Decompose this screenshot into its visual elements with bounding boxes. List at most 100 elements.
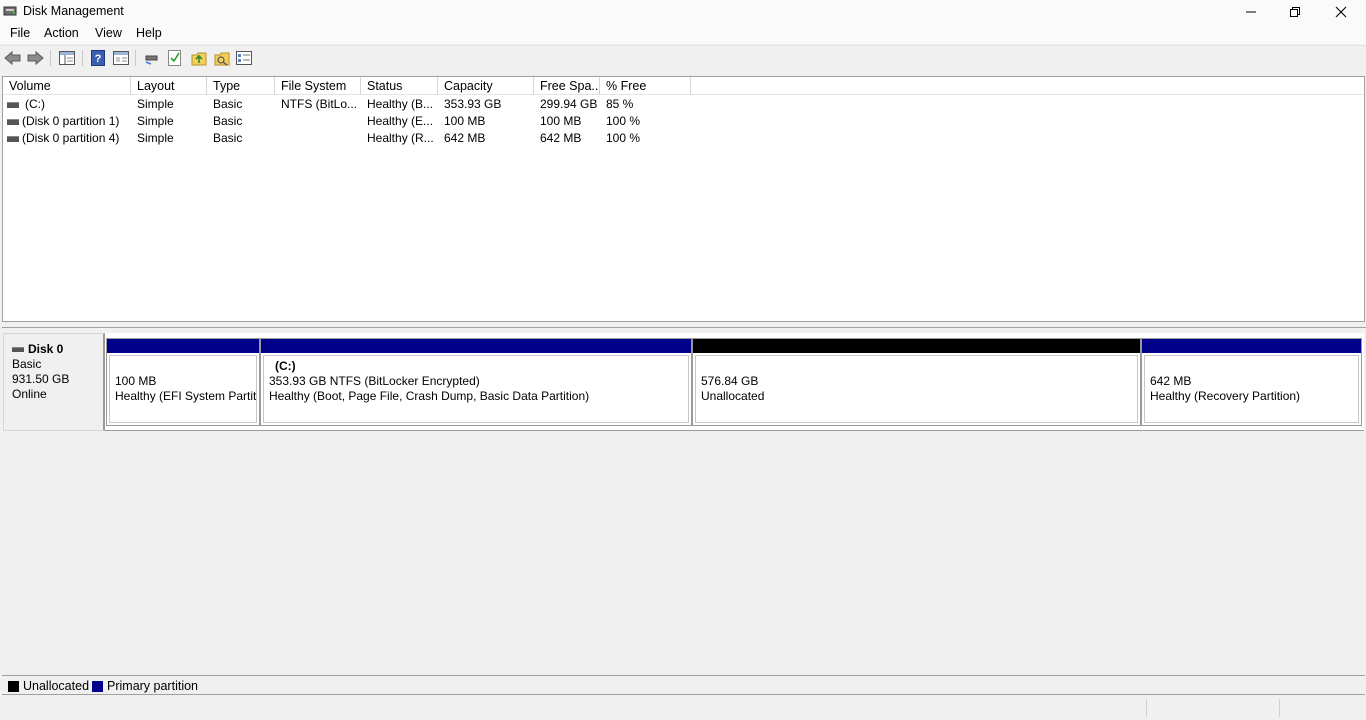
connect-disk-button[interactable] — [143, 49, 161, 67]
properties-button[interactable] — [112, 49, 130, 67]
volume-icon — [7, 102, 19, 108]
partition-body: 100 MB Healthy (EFI System Partition) — [109, 355, 257, 423]
cell-free-space: 299.94 GB — [540, 97, 598, 111]
cell-file-system — [281, 130, 361, 147]
partition-body: 576.84 GB Unallocated — [695, 355, 1138, 423]
cell-layout: Simple — [137, 131, 174, 145]
restore-icon — [1290, 6, 1300, 17]
cell-file-system: NTFS (BitLo... — [281, 97, 358, 111]
up-folder-icon — [191, 52, 207, 66]
cell-layout: Simple — [137, 97, 174, 111]
volume-row[interactable]: (C:) Simple Basic NTFS (BitLo... Healthy… — [3, 96, 1364, 113]
connect-disk-icon — [145, 55, 158, 65]
cell-status: Healthy (R... — [367, 131, 434, 145]
window-title: Disk Management — [23, 4, 124, 18]
column-header-free-space[interactable]: Free Spa... — [534, 77, 600, 95]
pane-splitter[interactable] — [2, 322, 1366, 328]
toolbar-separator — [135, 50, 136, 66]
partition-bar — [1142, 339, 1361, 353]
column-header-capacity[interactable]: Capacity — [438, 77, 534, 95]
disk-state: Online — [12, 387, 47, 401]
disk-icon — [12, 347, 24, 353]
cell-capacity: 353.93 GB — [444, 97, 502, 111]
partition-bar — [261, 339, 691, 353]
cell-capacity: 100 MB — [444, 114, 486, 128]
close-button[interactable] — [1318, 0, 1364, 23]
disk-name: Disk 0 — [28, 342, 64, 356]
disk-0-label[interactable]: Disk 0 Basic 931.50 GB Online — [3, 333, 105, 431]
partition-c[interactable]: (C:) 353.93 GB NTFS (BitLocker Encrypted… — [260, 338, 692, 426]
menu-file[interactable]: File — [10, 26, 30, 40]
partition-status: Unallocated — [701, 389, 765, 403]
cell-type: Basic — [213, 131, 243, 145]
graphical-disk-view: Disk 0 Basic 931.50 GB Online 100 MB Hea… — [2, 329, 1365, 675]
minimize-button[interactable] — [1228, 0, 1274, 23]
menu-action[interactable]: Action — [44, 26, 79, 40]
cell-volume: (Disk 0 partition 1) — [22, 114, 120, 128]
toolbar-separator — [82, 50, 83, 66]
check-icon — [168, 50, 181, 66]
cell-layout: Simple — [137, 114, 174, 128]
cell-volume: (C:) — [25, 97, 45, 111]
column-header-volume[interactable]: Volume — [3, 77, 131, 95]
partition-body: (C:) 353.93 GB NTFS (BitLocker Encrypted… — [263, 355, 689, 423]
column-header-status[interactable]: Status — [361, 77, 438, 95]
title-bar: Disk Management — [0, 0, 1366, 23]
volume-row[interactable]: (Disk 0 partition 4) Simple Basic Health… — [3, 130, 1364, 147]
column-header-type[interactable]: Type — [207, 77, 275, 95]
svg-text:?: ? — [95, 53, 102, 65]
show-hide-console-tree-button[interactable] — [58, 49, 76, 67]
cell-type: Basic — [213, 97, 243, 111]
disk-size: 931.50 GB — [12, 372, 70, 386]
disk-management-app-icon — [3, 6, 17, 16]
volume-icon — [7, 119, 19, 125]
restore-button[interactable] — [1272, 0, 1318, 23]
legend-unallocated-swatch — [8, 681, 19, 692]
check-button[interactable] — [166, 49, 184, 67]
details-view-icon — [236, 51, 252, 65]
legend-primary-label: Primary partition — [107, 679, 198, 693]
cell-capacity: 642 MB — [444, 131, 486, 145]
legend: Unallocated Primary partition — [2, 675, 1365, 695]
legend-unallocated-label: Unallocated — [23, 679, 90, 693]
partition-status: Healthy (Recovery Partition) — [1150, 389, 1301, 403]
column-header-layout[interactable]: Layout — [131, 77, 207, 95]
properties-icon — [113, 51, 129, 65]
partition-unallocated[interactable]: 576.84 GB Unallocated — [692, 338, 1141, 426]
help-button[interactable]: ? — [89, 49, 107, 67]
cell-percent-free: 85 % — [606, 97, 634, 111]
close-icon — [1335, 6, 1347, 17]
partition-body: 642 MB Healthy (Recovery Partition) — [1144, 355, 1359, 423]
search-folder-icon — [214, 52, 230, 66]
status-bar — [0, 696, 1366, 720]
disk-type: Basic — [12, 357, 42, 371]
partition-size: 100 MB — [115, 374, 157, 388]
status-bar-separator — [1146, 699, 1147, 717]
cell-free-space: 100 MB — [540, 114, 582, 128]
minimize-icon — [1246, 11, 1256, 12]
back-arrow-icon — [4, 50, 21, 66]
details-view-button[interactable] — [235, 49, 253, 67]
menu-bar: File Action View Help — [0, 23, 1366, 44]
partition-status: Healthy (EFI System Partition) — [115, 389, 257, 403]
menu-help[interactable]: Help — [136, 26, 162, 40]
column-header-file-system[interactable]: File System — [275, 77, 361, 95]
volume-list-header: Volume Layout Type File System Status Ca… — [3, 77, 1364, 95]
status-bar-separator — [1279, 699, 1280, 717]
partition-recovery[interactable]: 642 MB Healthy (Recovery Partition) — [1141, 338, 1362, 426]
volume-icon — [7, 136, 19, 142]
partition-efi[interactable]: 100 MB Healthy (EFI System Partition) — [106, 338, 260, 426]
search-folder-button[interactable] — [213, 49, 231, 67]
volume-list[interactable]: Volume Layout Type File System Status Ca… — [2, 76, 1365, 322]
up-folder-button[interactable] — [190, 49, 208, 67]
volume-row[interactable]: (Disk 0 partition 1) Simple Basic Health… — [3, 113, 1364, 130]
cell-free-space: 642 MB — [540, 131, 582, 145]
column-header-percent-free[interactable]: % Free — [600, 77, 691, 95]
cell-percent-free: 100 % — [606, 131, 641, 145]
forward-arrow-icon — [27, 50, 44, 66]
menu-view[interactable]: View — [95, 26, 122, 40]
cell-file-system — [281, 113, 361, 130]
back-button[interactable] — [4, 49, 22, 67]
toolbar-separator — [50, 50, 51, 66]
forward-button[interactable] — [26, 49, 44, 67]
